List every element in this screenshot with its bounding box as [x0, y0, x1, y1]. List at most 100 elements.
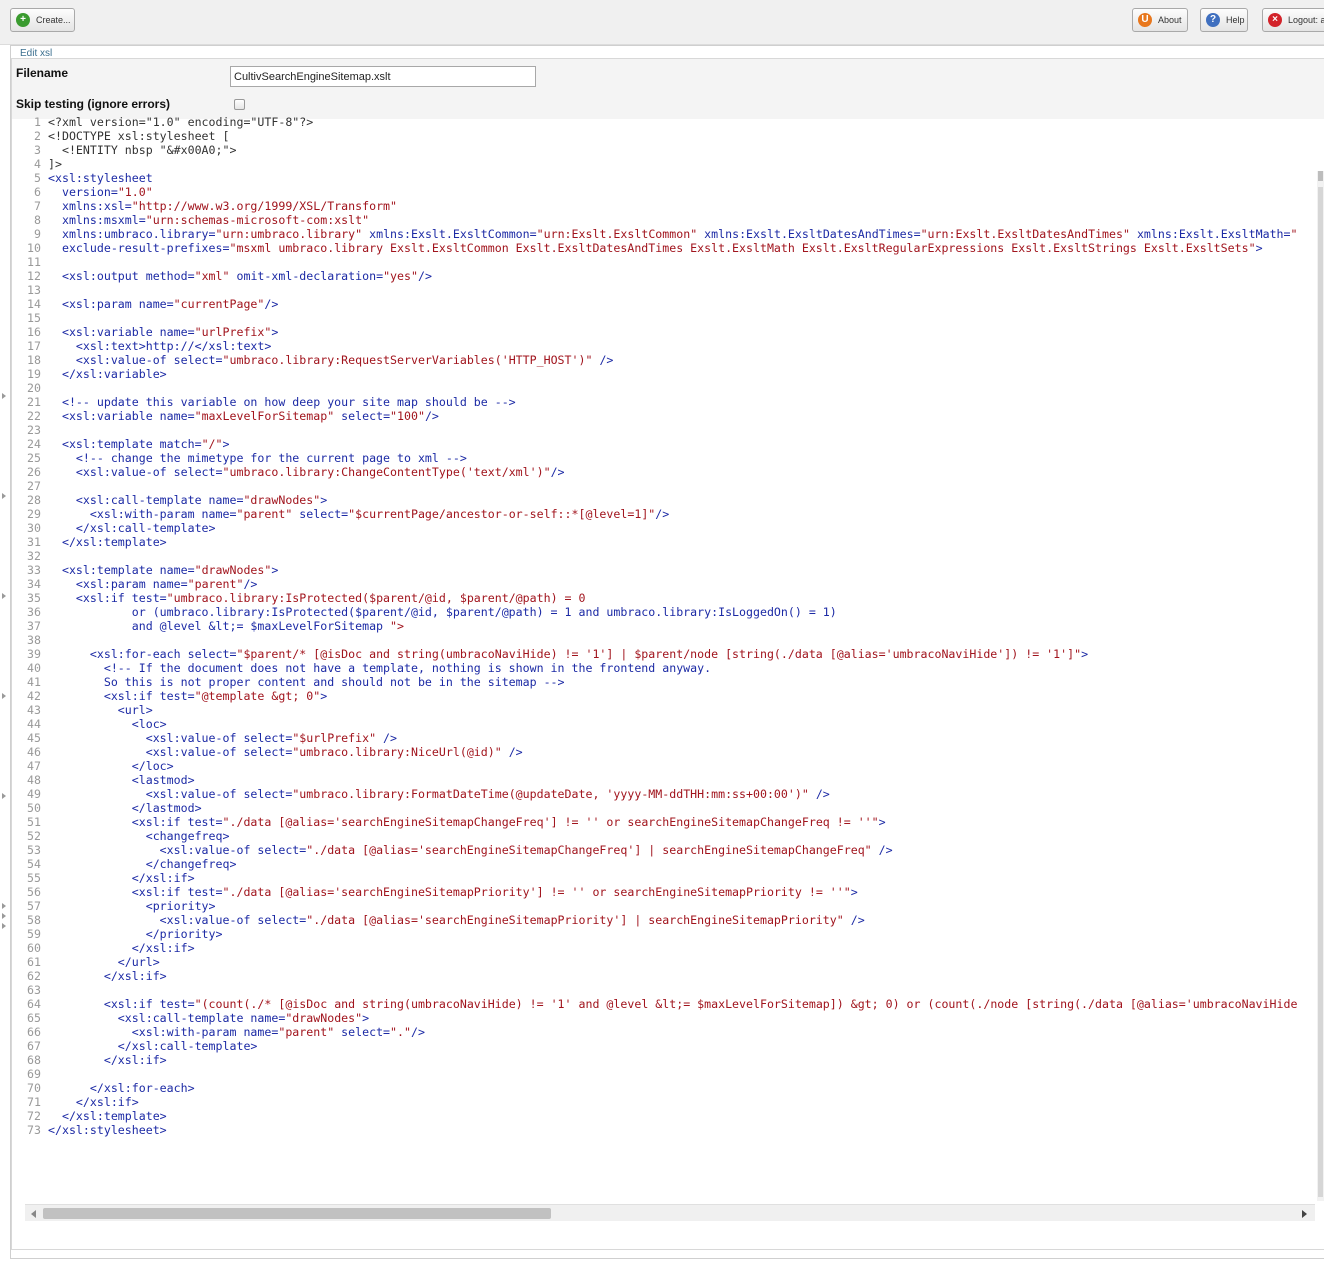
code-line[interactable]: 33 <xsl:template name="drawNodes"> [13, 563, 1298, 577]
code-line[interactable]: 21 <!-- update this variable on how deep… [13, 395, 1298, 409]
code-line[interactable]: 34 <xsl:param name="parent"/> [13, 577, 1298, 591]
code-line[interactable]: 57 <priority> [13, 899, 1298, 913]
code-line[interactable]: 11 [13, 255, 1298, 269]
code-line[interactable]: 55 </xsl:if> [13, 871, 1298, 885]
code-text: xmlns:xsl="http://www.w3.org/1999/XSL/Tr… [48, 199, 398, 213]
code-line[interactable]: 63 [13, 983, 1298, 997]
code-line[interactable]: 18 <xsl:value-of select="umbraco.library… [13, 353, 1298, 367]
tray-expand-arrow[interactable] [2, 593, 6, 599]
code-line[interactable]: 52 <changefreq> [13, 829, 1298, 843]
code-line[interactable]: 62 </xsl:if> [13, 969, 1298, 983]
code-line[interactable]: 66 <xsl:with-param name="parent" select=… [13, 1025, 1298, 1039]
code-line[interactable]: 67 </xsl:call-template> [13, 1039, 1298, 1053]
editor-vertical-scrollbar[interactable] [1317, 171, 1324, 1201]
code-line[interactable]: 58 <xsl:value-of select="./data [@alias=… [13, 913, 1298, 927]
code-line[interactable]: 54 </changefreq> [13, 857, 1298, 871]
code-line[interactable]: 49 <xsl:value-of select="umbraco.library… [13, 787, 1298, 801]
code-line[interactable]: 2 <!DOCTYPE xsl:stylesheet [ [13, 129, 1298, 143]
code-line[interactable]: 10 exclude-result-prefixes="msxml umbrac… [13, 241, 1298, 255]
code-line[interactable]: 9 xmlns:umbraco.library="urn:umbraco.lib… [13, 227, 1298, 241]
code-line[interactable]: 26 <xsl:value-of select="umbraco.library… [13, 465, 1298, 479]
horizontal-scroll-thumb[interactable] [43, 1208, 551, 1219]
tray-expand-arrow[interactable] [2, 693, 6, 699]
code-line[interactable]: 36 or (umbraco.library:IsProtected($pare… [13, 605, 1298, 619]
code-line[interactable]: 28 <xsl:call-template name="drawNodes"> [13, 493, 1298, 507]
code-line[interactable]: 50 </lastmod> [13, 801, 1298, 815]
code-line[interactable]: 27 [13, 479, 1298, 493]
code-line[interactable]: 20 [13, 381, 1298, 395]
code-line[interactable]: 37 and @level &lt;= $maxLevelForSitemap … [13, 619, 1298, 633]
code-line[interactable]: 4]> [13, 157, 1298, 171]
code-line[interactable]: 38 [13, 633, 1298, 647]
code-line[interactable]: 72 </xsl:template> [13, 1109, 1298, 1123]
create-button[interactable]: + Create... [10, 8, 75, 32]
code-line[interactable]: 73 </xsl:stylesheet> [13, 1123, 1298, 1137]
code-line[interactable]: 25 <!-- change the mimetype for the curr… [13, 451, 1298, 465]
code-line[interactable]: 48 <lastmod> [13, 773, 1298, 787]
scroll-right-icon[interactable] [1302, 1210, 1307, 1218]
tray-expand-arrow[interactable] [2, 923, 6, 929]
logout-button[interactable]: × Logout: a [1262, 8, 1324, 32]
code-line[interactable]: 56 <xsl:if test="./data [@alias='searchE… [13, 885, 1298, 899]
code-line[interactable]: 69 [13, 1067, 1298, 1081]
code-line[interactable]: 31 </xsl:template> [13, 535, 1298, 549]
tray-expand-arrow[interactable] [2, 913, 6, 919]
scrollbar-thumb[interactable] [1318, 171, 1323, 181]
code-line[interactable]: 3 <!ENTITY nbsp "&#x00A0;"> [13, 143, 1298, 157]
code-line[interactable]: 42 <xsl:if test="@template &gt; 0"> [13, 689, 1298, 703]
code-line[interactable]: 5 <xsl:stylesheet [13, 171, 1298, 185]
code-line[interactable]: 44 <loc> [13, 717, 1298, 731]
editor-horizontal-scrollbar[interactable] [25, 1204, 1315, 1221]
line-number: 1 [34, 115, 41, 129]
code-line[interactable]: 29 <xsl:with-param name="parent" select=… [13, 507, 1298, 521]
code-line[interactable]: 24 <xsl:template match="/"> [13, 437, 1298, 451]
code-text: <url> [48, 703, 153, 717]
code-line[interactable]: 1 <?xml version="1.0" encoding="UTF-8"?> [13, 115, 1298, 129]
code-line[interactable]: 47 </loc> [13, 759, 1298, 773]
code-line[interactable]: 7 xmlns:xsl="http://www.w3.org/1999/XSL/… [13, 199, 1298, 213]
code-line[interactable]: 17 <xsl:text>http://</xsl:text> [13, 339, 1298, 353]
code-line[interactable]: 12 <xsl:output method="xml" omit-xml-dec… [13, 269, 1298, 283]
code-line[interactable]: 71 </xsl:if> [13, 1095, 1298, 1109]
code-line[interactable]: 35 <xsl:if test="umbraco.library:IsProte… [13, 591, 1298, 605]
code-line[interactable]: 16 <xsl:variable name="urlPrefix"> [13, 325, 1298, 339]
code-line[interactable]: 13 [13, 283, 1298, 297]
code-line[interactable]: 39 <xsl:for-each select="$parent/* [@isD… [13, 647, 1298, 661]
code-line[interactable]: 68 </xsl:if> [13, 1053, 1298, 1067]
code-line[interactable]: 22 <xsl:variable name="maxLevelForSitema… [13, 409, 1298, 423]
help-button[interactable]: ? Help [1200, 8, 1248, 32]
code-line[interactable]: 30 </xsl:call-template> [13, 521, 1298, 535]
code-line[interactable]: 53 <xsl:value-of select="./data [@alias=… [13, 843, 1298, 857]
tray-expand-arrow[interactable] [2, 903, 6, 909]
code-text: <xsl:value-of select="./data [@alias='se… [48, 913, 865, 927]
filename-input[interactable] [230, 66, 536, 87]
code-line[interactable]: 61 </url> [13, 955, 1298, 969]
code-line[interactable]: 23 [13, 423, 1298, 437]
code-line[interactable]: 15 [13, 311, 1298, 325]
code-text: </changefreq> [48, 857, 237, 871]
tray-expand-arrow[interactable] [2, 393, 6, 399]
code-line[interactable]: 8 xmlns:msxml="urn:schemas-microsoft-com… [13, 213, 1298, 227]
code-line[interactable]: 45 <xsl:value-of select="$urlPrefix" /> [13, 731, 1298, 745]
code-text: <xsl:value-of select="umbraco.library:Ch… [48, 465, 565, 479]
code-line[interactable]: 51 <xsl:if test="./data [@alias='searchE… [13, 815, 1298, 829]
code-line[interactable]: 70 </xsl:for-each> [13, 1081, 1298, 1095]
scroll-left-icon[interactable] [31, 1210, 36, 1218]
code-line[interactable]: 40 <!-- If the document does not have a … [13, 661, 1298, 675]
code-line[interactable]: 59 </priority> [13, 927, 1298, 941]
code-line[interactable]: 65 <xsl:call-template name="drawNodes"> [13, 1011, 1298, 1025]
code-line[interactable]: 32 [13, 549, 1298, 563]
about-button[interactable]: U About [1132, 8, 1188, 32]
code-line[interactable]: 64 <xsl:if test="(count(./* [@isDoc and … [13, 997, 1298, 1011]
code-line[interactable]: 41 So this is not proper content and sho… [13, 675, 1298, 689]
code-line[interactable]: 60 </xsl:if> [13, 941, 1298, 955]
skip-testing-checkbox[interactable] [234, 99, 245, 110]
code-line[interactable]: 43 <url> [13, 703, 1298, 717]
tray-expand-arrow[interactable] [2, 493, 6, 499]
code-line[interactable]: 6 version="1.0" [13, 185, 1298, 199]
tray-expand-arrow[interactable] [2, 793, 6, 799]
code-line[interactable]: 19 </xsl:variable> [13, 367, 1298, 381]
code-line[interactable]: 14 <xsl:param name="currentPage"/> [13, 297, 1298, 311]
code-editor[interactable]: 1 <?xml version="1.0" encoding="UTF-8"?> 2… [13, 115, 1298, 1203]
code-line[interactable]: 46 <xsl:value-of select="umbraco.library… [13, 745, 1298, 759]
